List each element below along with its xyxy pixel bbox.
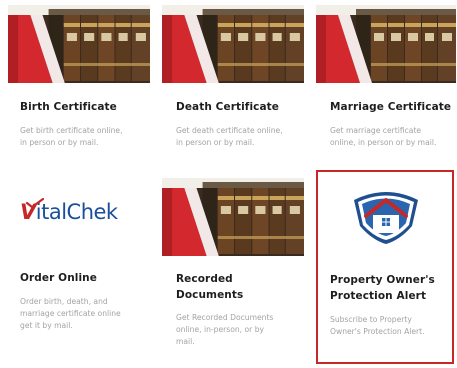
card-title: Birth Certificate	[20, 101, 117, 113]
archive-shelves-image	[162, 5, 304, 83]
card-description: Order birth, death, and marriage certifi…	[20, 297, 121, 330]
card-birth-certificate[interactable]: Birth Certificate Get birth certificate …	[8, 5, 150, 155]
card-marriage-certificate[interactable]: Marriage Certificate Get marriage certif…	[316, 5, 456, 155]
card-description: Subscribe to Property Owner's Protection…	[330, 315, 425, 336]
card-description: Get Recorded Documents online, in-person…	[176, 313, 274, 346]
card-property-owners-protection-alert[interactable]: Property Owner's Protection Alert Subscr…	[316, 170, 454, 364]
card-title: Recorded Documents	[176, 273, 244, 301]
card-title: Order Online	[20, 272, 97, 284]
house-shield-icon	[354, 192, 418, 244]
card-title: Marriage Certificate	[330, 101, 452, 113]
card-description: Get birth certificate online, in person …	[20, 126, 123, 147]
card-order-online[interactable]: VitalChek Order Online Order birth, deat…	[8, 172, 150, 362]
card-death-certificate[interactable]: Death Certificate Get death certificate …	[162, 5, 304, 155]
archive-shelves-image	[162, 178, 304, 256]
card-description: Get death certificate online, in person …	[176, 126, 283, 147]
card-description: Get marriage certificate online, in pers…	[330, 126, 437, 147]
vitalchek-wordmark: italChek	[35, 200, 118, 224]
card-title: Death Certificate	[176, 101, 280, 113]
archive-shelves-image	[8, 5, 150, 83]
card-recorded-documents[interactable]: Recorded Documents Get Recorded Document…	[162, 178, 304, 362]
vitalchek-logo: VitalChek	[20, 194, 140, 234]
card-title: Property Owner's Protection Alert	[330, 274, 435, 302]
checkmark-icon	[26, 198, 44, 208]
archive-shelves-image	[316, 5, 456, 83]
house-shield-logo	[348, 186, 424, 246]
